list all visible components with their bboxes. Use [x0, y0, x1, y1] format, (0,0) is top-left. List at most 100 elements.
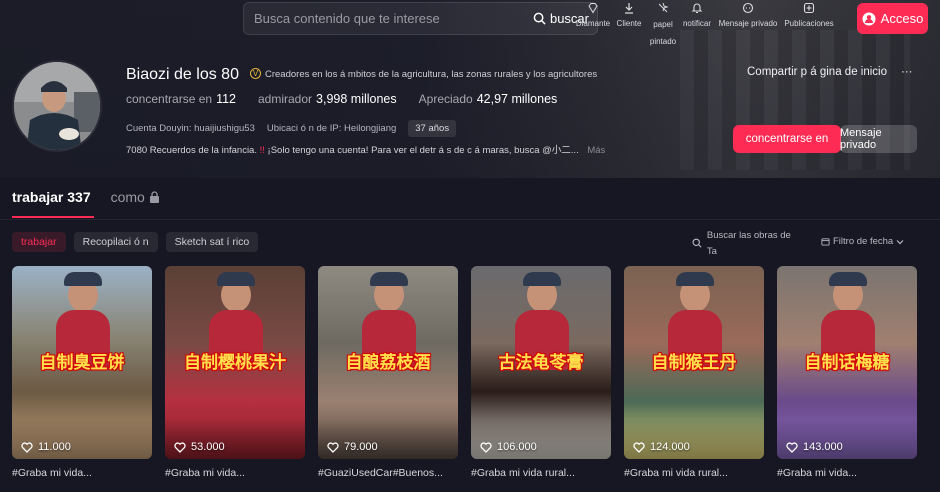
video-title[interactable]: #GuaziUsedCar#Buenos...: [318, 467, 458, 479]
video-caption: 古法龟苓膏: [498, 353, 584, 373]
video-title[interactable]: #Graba mi vida rural...: [471, 467, 611, 479]
filter-chips: trabajar Recopilaci ó n Sketch sat í ric…: [12, 232, 259, 252]
heart-icon: [21, 441, 33, 453]
nav-diamond[interactable]: Diamante: [576, 2, 610, 50]
chevron-down-icon: [896, 239, 904, 244]
heart-icon: [786, 441, 798, 453]
search-icon: [533, 12, 546, 25]
video-caption: 自制樱桃果汁: [184, 353, 286, 373]
video-title[interactable]: #Graba mi vida...: [12, 467, 152, 479]
date-filter[interactable]: Filtro de fecha: [821, 236, 904, 247]
video-card[interactable]: 自酿荔枝酒 79.000 #GuaziUsedCar#Buenos...: [318, 266, 458, 479]
video-thumbnail: 自制话梅糖 143.000: [777, 266, 917, 459]
bell-icon: [691, 3, 703, 14]
stat-following[interactable]: concentrarse en 112: [126, 92, 236, 106]
video-likes: 106.000: [480, 441, 537, 453]
stat-followers[interactable]: admirador 3,998 millones: [258, 92, 397, 106]
verified-icon: V: [250, 68, 261, 79]
user-icon: [862, 12, 876, 25]
nav-wallpaper[interactable]: papel pintado: [648, 2, 678, 50]
tab-liked[interactable]: como: [111, 189, 160, 205]
video-card[interactable]: 自制话梅糖 143.000 #Graba mi vida...: [777, 266, 917, 479]
wallpaper-icon: [658, 2, 669, 13]
video-caption: 自制臭豆饼: [39, 353, 125, 373]
heart-icon: [327, 441, 339, 453]
search-bar: buscar: [243, 2, 598, 35]
profile-tabs: trabajar 337 como: [12, 189, 160, 218]
login-label: Acceso: [880, 11, 924, 26]
video-caption: 自酿荔枝酒: [345, 353, 431, 373]
tab-works[interactable]: trabajar 337: [12, 189, 94, 218]
video-grid: 自制臭豆饼 11.000 #Graba mi vida... 自制樱桃果汁 53…: [12, 266, 917, 479]
age-badge: 37 años: [408, 120, 457, 137]
video-likes-count: 79.000: [344, 441, 378, 453]
thumbnail-person: [207, 272, 263, 370]
profile-meta: Cuenta Douyin: huaijiushigu53 Ubicaci ó …: [126, 120, 457, 137]
plus-icon: [803, 2, 815, 14]
follow-button[interactable]: concentrarse en: [733, 125, 841, 153]
nav-messages[interactable]: Mensaje privado: [716, 2, 780, 50]
diamond-icon: [588, 3, 598, 14]
top-nav: Diamante Cliente papel pintado notificar…: [576, 2, 838, 50]
video-likes: 79.000: [327, 441, 378, 453]
bio-start: 7080 Recuerdos de la infancia.: [126, 145, 257, 156]
video-caption: 自制猴王丹: [651, 353, 737, 373]
video-card[interactable]: 自制猴王丹 124.000 #Graba mi vida rural...: [624, 266, 764, 479]
video-title[interactable]: #Graba mi vida...: [165, 467, 305, 479]
more-options-icon[interactable]: ···: [901, 66, 913, 78]
profile-bio: 7080 Recuerdos de la infancia. !! ¡Solo …: [126, 142, 605, 156]
thumbnail-person: [819, 272, 875, 370]
video-card[interactable]: 自制臭豆饼 11.000 #Graba mi vida...: [12, 266, 152, 479]
video-card[interactable]: 古法龟苓膏 106.000 #Graba mi vida rural...: [471, 266, 611, 479]
video-likes-count: 124.000: [650, 441, 690, 453]
douyin-account: Cuenta Douyin: huaijiushigu53: [126, 123, 255, 134]
chip-collection[interactable]: Recopilaci ó n: [73, 232, 158, 252]
share-homepage-link[interactable]: Compartir p á gina de inicio: [747, 66, 887, 78]
video-likes-count: 11.000: [38, 441, 71, 453]
profile-name: Biaozi de los 80: [126, 66, 239, 83]
stat-value: 42,97 millones: [476, 92, 558, 106]
bio-more-link[interactable]: Más: [587, 145, 605, 156]
nav-client[interactable]: Cliente: [610, 2, 648, 50]
search-works[interactable]: Buscar las obras de Ta: [692, 228, 802, 260]
video-title[interactable]: #Graba mi vida...: [777, 467, 917, 479]
download-icon: [625, 3, 633, 14]
calendar-icon: [821, 238, 830, 246]
search-icon: [692, 238, 702, 248]
video-title[interactable]: #Graba mi vida rural...: [624, 467, 764, 479]
tabs-divider: [0, 219, 940, 220]
chip-satirical-sketch[interactable]: Sketch sat í rico: [165, 232, 259, 252]
video-thumbnail: 自制臭豆饼 11.000: [12, 266, 152, 459]
tab-liked-label: como: [110, 189, 145, 205]
bio-rest: ¡Solo tengo una cuenta! Para ver el detr…: [267, 145, 579, 156]
stat-label: concentrarse en: [126, 92, 213, 106]
search-input[interactable]: [244, 11, 533, 26]
avatar[interactable]: [12, 60, 102, 152]
nav-client-label: Cliente: [616, 19, 642, 28]
stat-likes: Apreciado 42,97 millones: [419, 92, 558, 106]
thumbnail-person: [360, 272, 416, 370]
verification-text: Creadores en los á mbitos de la agricult…: [265, 69, 598, 80]
nav-publish[interactable]: Publicaciones: [780, 2, 838, 50]
avatar-image: [14, 62, 100, 150]
video-likes: 53.000: [174, 441, 225, 453]
date-filter-label: Filtro de fecha: [833, 236, 894, 247]
nav-publish-label: Publicaciones: [784, 19, 834, 28]
video-likes: 143.000: [786, 441, 843, 453]
stat-label: admirador: [258, 92, 313, 106]
login-button[interactable]: Acceso: [857, 3, 928, 34]
share-profile: Compartir p á gina de inicio ···: [747, 66, 913, 78]
video-likes-count: 53.000: [191, 441, 225, 453]
profile-stats: concentrarse en 112 admirador 3,998 millon…: [126, 92, 557, 106]
message-button[interactable]: Mensaje privado: [840, 125, 917, 153]
search-works-label: Buscar las obras de Ta: [706, 230, 791, 257]
stat-value: 3,998 millones: [316, 92, 397, 106]
thumbnail-person: [513, 272, 569, 370]
video-thumbnail: 自酿荔枝酒 79.000: [318, 266, 458, 459]
bio-mark: !!: [259, 145, 265, 156]
chip-works[interactable]: trabajar: [12, 232, 66, 252]
video-card[interactable]: 自制樱桃果汁 53.000 #Graba mi vida...: [165, 266, 305, 479]
video-likes-count: 106.000: [497, 441, 537, 453]
tab-works-label: trabajar: [12, 189, 64, 205]
nav-notify[interactable]: notificar: [678, 2, 716, 50]
